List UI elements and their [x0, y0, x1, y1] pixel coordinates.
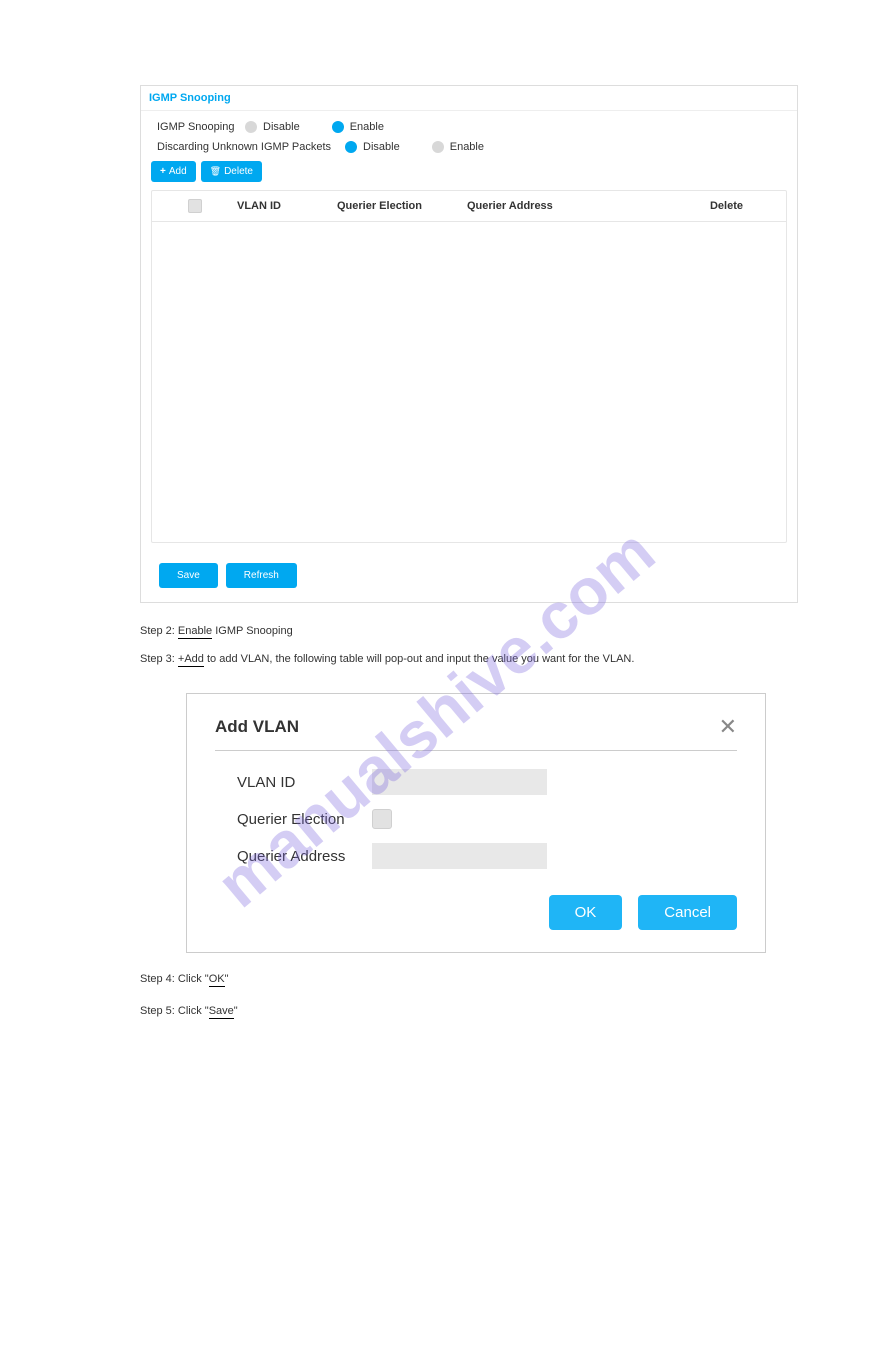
step3-underline: +Add — [178, 653, 204, 667]
igmp-enable-radio[interactable]: Enable — [332, 121, 410, 133]
select-all-checkbox[interactable] — [188, 199, 202, 213]
delete-button-label: Delete — [224, 166, 253, 177]
step2-underline: Enable — [178, 625, 212, 639]
step2-text: Step 2: Enable IGMP Snooping — [140, 625, 893, 637]
footer-button-bar: Save Refresh — [151, 563, 787, 588]
querier-address-label: Querier Address — [237, 848, 372, 865]
col-querier-address: Querier Address — [467, 200, 667, 212]
save-button[interactable]: Save — [159, 563, 218, 588]
add-vlan-dialog: Add VLAN ✕ VLAN ID Querier Election Quer… — [186, 693, 766, 953]
cancel-button[interactable]: Cancel — [638, 895, 737, 930]
delete-button[interactable]: 🗑Delete — [201, 161, 262, 182]
select-all-cell — [152, 199, 237, 213]
step3-text: Step 3: +Add to add VLAN, the following … — [140, 653, 893, 665]
refresh-button[interactable]: Refresh — [226, 563, 297, 588]
igmp-disable-label: Disable — [263, 121, 300, 133]
querier-election-label: Querier Election — [237, 811, 372, 828]
discard-enable-radio[interactable]: Enable — [432, 141, 510, 153]
close-icon[interactable]: ✕ — [719, 714, 737, 740]
vlan-id-label: VLAN ID — [237, 774, 372, 791]
igmp-snooping-label: IGMP Snooping — [151, 121, 239, 133]
querier-election-checkbox[interactable] — [372, 809, 392, 829]
querier-address-row: Querier Address — [237, 843, 737, 869]
table-header-row: VLAN ID Querier Election Querier Address… — [152, 191, 786, 222]
action-button-bar: +Add 🗑Delete — [151, 161, 787, 182]
dialog-button-bar: OK Cancel — [215, 895, 737, 930]
querier-election-row: Querier Election — [237, 809, 737, 829]
dialog-form: VLAN ID Querier Election Querier Address — [215, 769, 737, 869]
col-vlan-id: VLAN ID — [237, 200, 337, 212]
querier-address-input[interactable] — [372, 843, 547, 869]
radio-on-icon — [332, 121, 344, 133]
vlan-table: VLAN ID Querier Election Querier Address… — [151, 190, 787, 543]
discard-disable-radio[interactable]: Disable — [345, 141, 426, 153]
step4-text: Step 4: Click "OK" — [140, 973, 893, 985]
discarding-setting-row: Discarding Unknown IGMP Packets Disable … — [151, 141, 787, 153]
add-button[interactable]: +Add — [151, 161, 196, 182]
discarding-label: Discarding Unknown IGMP Packets — [151, 141, 331, 153]
vlan-id-row: VLAN ID — [237, 769, 737, 795]
table-body-empty — [152, 222, 786, 542]
igmp-snooping-panel: IGMP Snooping IGMP Snooping Disable Enab… — [140, 85, 798, 603]
igmp-disable-radio[interactable]: Disable — [245, 121, 326, 133]
igmp-enable-label: Enable — [350, 121, 384, 133]
radio-off-icon — [432, 141, 444, 153]
ok-button[interactable]: OK — [549, 895, 623, 930]
radio-on-icon — [345, 141, 357, 153]
col-querier-election: Querier Election — [337, 200, 467, 212]
add-button-label: Add — [169, 166, 187, 177]
trash-icon: 🗑 — [210, 166, 221, 177]
discard-enable-label: Enable — [450, 141, 484, 153]
step5-text: Step 5: Click "Save" — [140, 1005, 893, 1017]
plus-icon: + — [160, 166, 166, 177]
radio-off-icon — [245, 121, 257, 133]
step4-underline: OK — [209, 973, 225, 987]
panel-body: IGMP Snooping Disable Enable Discarding … — [141, 111, 797, 602]
igmp-snooping-setting-row: IGMP Snooping Disable Enable — [151, 121, 787, 133]
panel-title: IGMP Snooping — [141, 86, 797, 111]
step5-underline: Save — [209, 1005, 234, 1019]
dialog-header: Add VLAN ✕ — [215, 714, 737, 751]
vlan-id-input[interactable] — [372, 769, 547, 795]
col-delete: Delete — [667, 200, 786, 212]
dialog-title: Add VLAN — [215, 717, 299, 737]
discard-disable-label: Disable — [363, 141, 400, 153]
